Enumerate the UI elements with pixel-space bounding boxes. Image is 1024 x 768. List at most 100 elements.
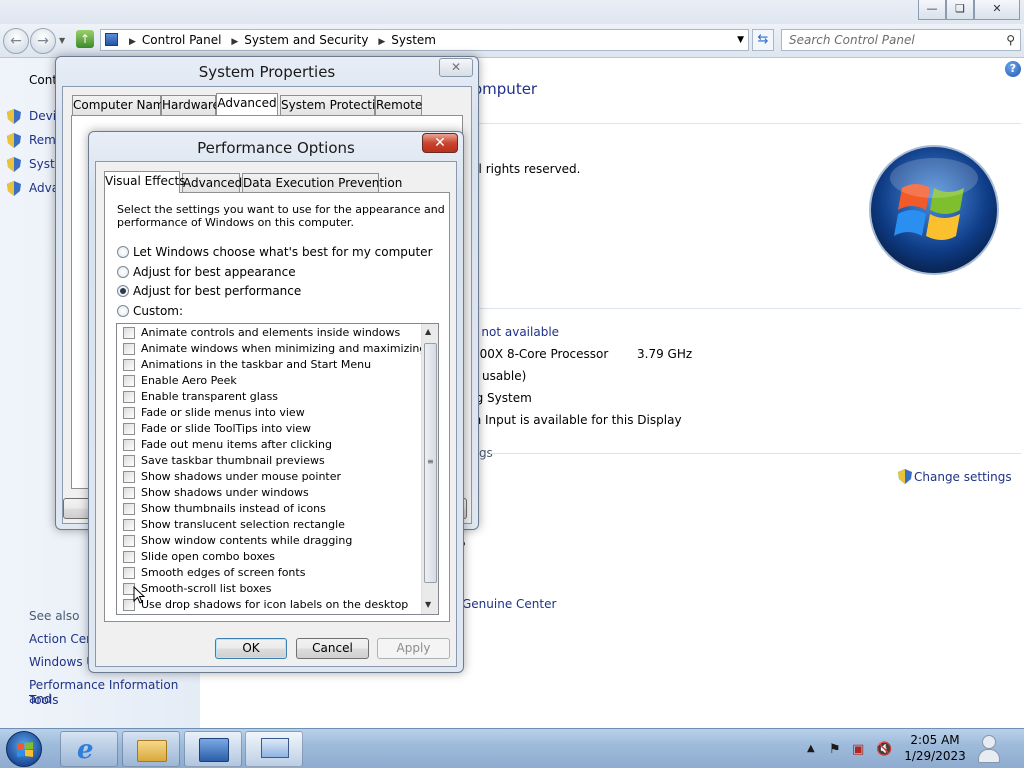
address-dropdown-icon[interactable]: ▼ xyxy=(737,30,744,50)
checkbox[interactable] xyxy=(123,343,135,355)
checkbox[interactable] xyxy=(123,455,135,467)
up-level-icon[interactable]: ↑ xyxy=(76,30,94,48)
checkbox[interactable] xyxy=(123,327,135,339)
system-clock[interactable]: 2:05 AM 1/29/2023 xyxy=(900,732,970,764)
explorer-titlebar: — ❏ ✕ xyxy=(0,0,1024,24)
volume-muted-icon[interactable]: 🔇 xyxy=(876,742,892,757)
pen-touch-value: ch Input is available for this Display xyxy=(467,413,682,427)
control-panel-icon xyxy=(105,33,118,46)
visual-effect-label: Show shadows under mouse pointer xyxy=(141,470,342,483)
mouse-pointer-icon xyxy=(133,586,145,604)
refresh-button[interactable]: ⇆ xyxy=(752,29,774,51)
visual-effect-label: Smooth-scroll list boxes xyxy=(141,582,272,595)
radio-button[interactable] xyxy=(117,305,129,317)
tab-system-protection[interactable]: System Protection xyxy=(280,95,390,115)
taskbar-file-explorer[interactable] xyxy=(122,731,180,767)
radio-button[interactable] xyxy=(117,266,129,278)
radio-button[interactable] xyxy=(117,246,129,258)
checkbox[interactable] xyxy=(123,439,135,451)
visual-effect-label: Show translucent selection rectangle xyxy=(141,518,345,531)
search-input[interactable]: Search Control Panel ⚲ xyxy=(781,29,1021,51)
tab-advanced[interactable]: Advanced xyxy=(182,173,242,193)
change-settings-link[interactable]: Change settings xyxy=(914,470,1012,484)
intro-line: Select the settings you want to use for … xyxy=(117,203,445,216)
scroll-down-icon[interactable]: ▼ xyxy=(425,600,431,609)
visual-effect-label: Fade or slide ToolTips into view xyxy=(141,422,312,435)
close-icon[interactable]: ✕ xyxy=(422,133,458,153)
radio-label: Let Windows choose what's best for my co… xyxy=(133,245,433,259)
forward-button[interactable]: → xyxy=(30,28,56,54)
visual-effect-label: Fade out menu items after clicking xyxy=(141,438,332,451)
shield-icon xyxy=(7,133,21,148)
radio-label: Custom: xyxy=(133,304,184,318)
show-hidden-icons-icon[interactable]: ▲ xyxy=(807,743,815,754)
start-button[interactable] xyxy=(6,731,42,767)
tab-computer-name[interactable]: Computer Name xyxy=(72,95,172,115)
intro-text: Select the settings you want to use for … xyxy=(117,203,445,229)
breadcrumb-control-panel[interactable]: Control Panel xyxy=(142,33,222,47)
taskbar-control-panel[interactable] xyxy=(184,731,242,767)
user-avatar-icon xyxy=(982,735,996,749)
taskbar-internet-explorer[interactable]: e xyxy=(60,731,118,767)
checkbox[interactable] xyxy=(123,519,135,531)
checkbox[interactable] xyxy=(123,487,135,499)
back-button[interactable]: ← xyxy=(3,28,29,54)
shield-icon xyxy=(7,181,21,196)
network-icon[interactable]: ▣ xyxy=(852,742,864,757)
checkbox[interactable] xyxy=(123,535,135,547)
show-desktop-user-icon[interactable] xyxy=(974,731,1004,765)
address-bar[interactable]: ▶ Control Panel ▶ System and Security ▶ Sys… xyxy=(100,29,749,51)
radio-label: Adjust for best performance xyxy=(133,284,302,298)
see-also-heading: See also xyxy=(29,609,80,623)
rating-link[interactable]: is not available xyxy=(468,325,559,339)
recent-pages-icon[interactable]: ▼ xyxy=(59,36,65,45)
visual-effects-list[interactable]: Animate controls and elements inside win… xyxy=(116,323,439,615)
scroll-thumb[interactable]: ≡ xyxy=(424,343,437,583)
minimize-button[interactable]: — xyxy=(918,0,946,20)
visual-effect-label: Animations in the taskbar and Start Menu xyxy=(141,358,372,371)
scroll-up-icon[interactable]: ▲ xyxy=(425,327,431,336)
ok-button[interactable]: OK xyxy=(215,638,287,659)
copyright-text: All rights reserved. xyxy=(467,162,581,176)
breadcrumb-system-and-security[interactable]: System and Security xyxy=(244,33,368,47)
control-panel-home-link[interactable]: Cont xyxy=(29,73,57,87)
breadcrumb-system[interactable]: System xyxy=(391,33,436,47)
search-placeholder: Search Control Panel xyxy=(789,33,915,47)
shield-icon xyxy=(7,157,21,172)
checkbox[interactable] xyxy=(123,503,135,515)
checkbox[interactable] xyxy=(123,407,135,419)
user-avatar-body xyxy=(978,749,1000,763)
vertical-scrollbar[interactable]: ▲ ≡ ▼ xyxy=(421,324,438,614)
tab-remote[interactable]: Remote xyxy=(375,95,422,115)
genuine-center-link[interactable]: Genuine Center xyxy=(462,597,556,611)
close-window-button[interactable]: ✕ xyxy=(974,0,1020,20)
help-icon[interactable]: ? xyxy=(1005,61,1021,77)
tab-data-execution-prevention[interactable]: Data Execution Prevention xyxy=(242,173,402,193)
taskbar-system-properties[interactable] xyxy=(245,731,303,767)
checkbox[interactable] xyxy=(123,567,135,579)
visual-effect-label: Enable transparent glass xyxy=(141,390,279,403)
checkbox[interactable] xyxy=(123,359,135,371)
apply-button[interactable]: Apply xyxy=(377,638,450,659)
restore-button[interactable]: ❏ xyxy=(946,0,974,20)
clock-date: 1/29/2023 xyxy=(904,749,966,763)
checkbox[interactable] xyxy=(123,423,135,435)
checkbox[interactable] xyxy=(123,375,135,387)
checkbox[interactable] xyxy=(123,391,135,403)
cancel-button[interactable]: Cancel xyxy=(296,638,369,659)
radio-button-selected[interactable] xyxy=(117,285,129,297)
checkbox[interactable] xyxy=(123,551,135,563)
shield-icon xyxy=(7,109,21,124)
visual-effect-label: Show window contents while dragging xyxy=(141,534,353,547)
tab-hardware[interactable]: Hardware xyxy=(161,95,220,115)
search-icon[interactable]: ⚲ xyxy=(1006,30,1015,50)
checkbox[interactable] xyxy=(123,471,135,483)
visual-effect-label: Animate controls and elements inside win… xyxy=(141,326,401,339)
action-center-flag-icon[interactable]: ⚑ xyxy=(829,742,841,757)
visual-effect-label: Show thumbnails instead of icons xyxy=(141,502,326,515)
tab-visual-effects[interactable]: Visual Effects xyxy=(104,171,185,193)
tab-advanced[interactable]: Advanced xyxy=(216,93,278,115)
close-icon[interactable]: ✕ xyxy=(439,58,473,77)
breadcrumb-chevron-icon: ▶ xyxy=(129,37,136,47)
performance-info-link-line2[interactable]: Tools xyxy=(29,693,59,707)
